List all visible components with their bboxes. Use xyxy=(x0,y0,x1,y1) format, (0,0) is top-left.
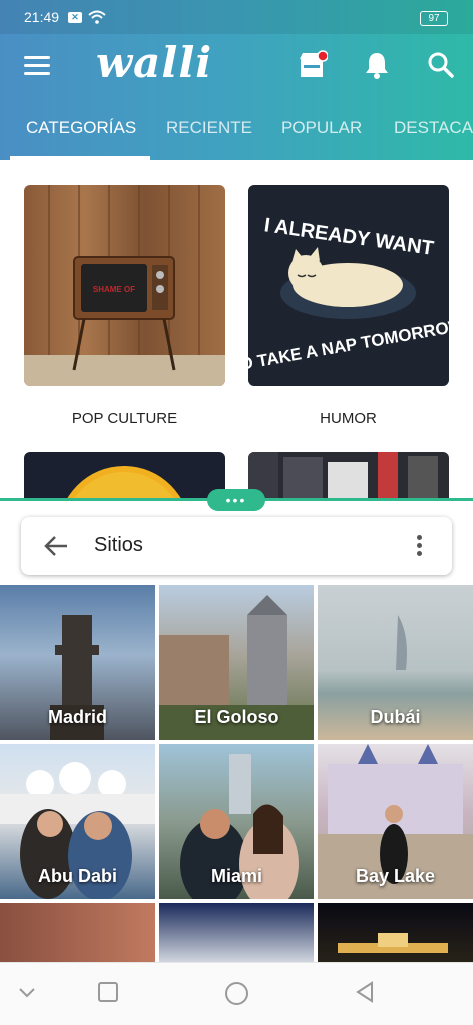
place-tile[interactable]: El Goloso xyxy=(159,585,314,740)
place-label: Bay Lake xyxy=(355,866,436,886)
bottom-sheet: ••• Sitios Madrid El Goloso Dubái Abu Da… xyxy=(0,489,473,967)
night-city-image xyxy=(338,933,448,953)
battery-indicator: 97 xyxy=(420,11,448,26)
wifi-icon xyxy=(88,10,106,24)
category-card-pop-culture[interactable]: SHAME OF xyxy=(24,185,225,386)
category-card-city[interactable] xyxy=(248,452,449,498)
category-card-humor[interactable]: I ALREADY WANT TO TAKE A NAP TOMORROW xyxy=(248,185,449,386)
place-label: El Goloso xyxy=(194,707,279,727)
place-tile[interactable]: Dubái xyxy=(318,585,473,740)
tab-bar: CATEGORÍAS RECIENTE POPULAR DESTACA xyxy=(0,100,473,160)
home-circle-icon[interactable] xyxy=(224,981,249,1006)
place-label: Madrid xyxy=(47,707,107,727)
bell-icon[interactable] xyxy=(362,50,392,80)
sheet-header: Sitios xyxy=(21,517,452,575)
sheet-drag-handle[interactable]: ••• xyxy=(207,489,265,511)
system-nav-bar xyxy=(0,962,473,1025)
sleeping-cat-image: I ALREADY WANT TO TAKE A NAP TOMORROW xyxy=(248,214,449,375)
app-bar: walli xyxy=(0,34,473,100)
chevron-down-icon[interactable] xyxy=(18,981,36,1003)
place-tile[interactable]: Bay Lake xyxy=(318,744,473,899)
recents-square-icon[interactable] xyxy=(97,981,119,1003)
categories-grid: SHAME OF POP CULTURE I ALREADY WANT TO T… xyxy=(0,160,473,498)
place-label: Miami xyxy=(210,866,262,886)
place-tile[interactable]: Madrid xyxy=(0,585,155,740)
tab-destacados[interactable]: DESTACA xyxy=(394,118,473,138)
category-card-space[interactable] xyxy=(24,452,225,498)
hamburger-menu-icon[interactable] xyxy=(24,56,50,78)
tv-image: SHAME OF xyxy=(24,185,225,386)
app-logo: walli xyxy=(96,38,213,87)
place-tile[interactable] xyxy=(0,903,155,967)
notification-x-icon: ✕ xyxy=(68,12,82,23)
place-tile[interactable] xyxy=(318,903,473,967)
tab-categorias[interactable]: CATEGORÍAS xyxy=(26,118,136,138)
tv-screen-text: SHAME OF xyxy=(93,285,135,294)
tab-popular[interactable]: POPULAR xyxy=(281,118,362,138)
store-icon[interactable] xyxy=(298,50,328,80)
status-time: 21:49 xyxy=(24,9,60,25)
status-bar: 21:49 ✕ 97 xyxy=(0,0,473,34)
arrow-back-icon[interactable] xyxy=(43,534,69,558)
more-vert-icon[interactable] xyxy=(417,535,423,559)
place-label: Abu Dabi xyxy=(38,866,117,886)
humor-art-text-top: I ALREADY WANT xyxy=(263,214,436,260)
place-tile[interactable] xyxy=(159,903,314,967)
tab-reciente[interactable]: RECIENTE xyxy=(166,118,252,138)
place-tile[interactable]: Miami xyxy=(159,744,314,899)
place-label: Dubái xyxy=(370,707,421,727)
search-icon[interactable] xyxy=(426,50,456,80)
category-label: POP CULTURE xyxy=(71,410,178,427)
place-tile[interactable]: Abu Dabi xyxy=(0,744,155,899)
category-label: HUMOR xyxy=(320,410,377,427)
sheet-title: Sitios xyxy=(94,534,143,556)
planet-image xyxy=(67,466,181,498)
city-street-image xyxy=(248,452,438,498)
back-triangle-icon[interactable] xyxy=(354,981,376,1003)
humor-art-text-bottom: TO TAKE A NAP TOMORROW xyxy=(248,315,449,375)
